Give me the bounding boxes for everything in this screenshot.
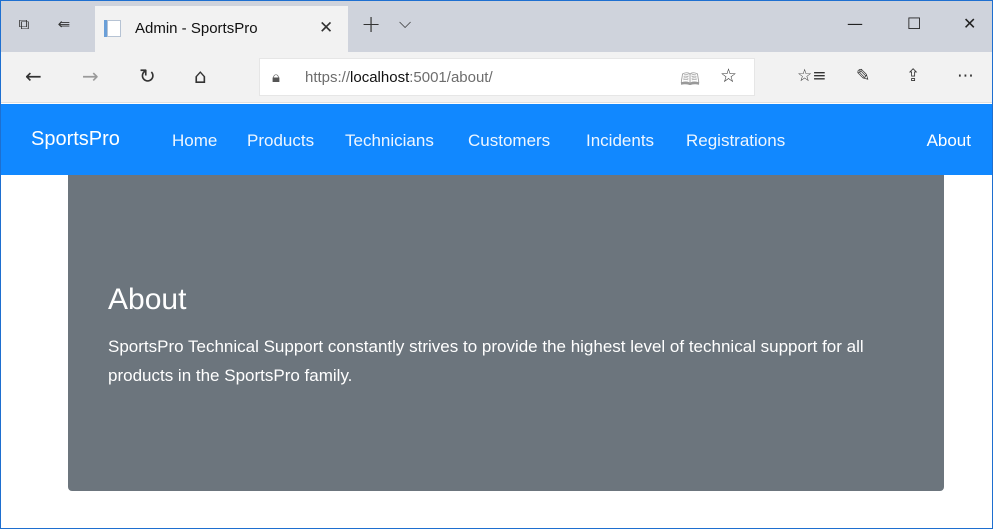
nav-technicians[interactable]: Technicians [345,131,434,151]
forward-icon[interactable]: → [82,64,99,88]
address-bar[interactable]: 🔒︎ https://localhost:5001/about/ 🕮︎ ☆ [259,58,755,96]
url-text[interactable]: https://localhost:5001/about/ [305,69,493,86]
back-icon[interactable]: ← [25,64,42,88]
nav-home[interactable]: Home [172,131,217,151]
minimize-icon[interactable]: — [847,14,863,33]
nav-incidents[interactable]: Incidents [586,131,654,151]
maximize-icon[interactable]: ☐ [907,14,921,33]
lock-icon[interactable]: 🔒︎ [272,68,280,86]
more-icon[interactable]: ⋯ [957,66,974,86]
nav-customers[interactable]: Customers [468,131,550,151]
nav-registrations[interactable]: Registrations [686,131,785,151]
page-favicon-icon [104,20,121,37]
tab-actions-icon[interactable]: ⧉ [13,13,35,35]
browser-toolbar: ← → ↻ ⌂ 🔒︎ https://localhost:5001/about/… [1,52,992,103]
notes-pen-icon[interactable]: ✎ [856,66,870,86]
about-jumbotron: About SportsPro Technical Support consta… [68,175,944,491]
refresh-icon[interactable]: ↻ [139,64,156,88]
close-window-icon[interactable]: ✕ [963,14,976,33]
favorite-star-icon[interactable]: ☆ [720,65,737,87]
share-icon[interactable]: ⇪ [906,66,920,86]
tab-title: Admin - SportsPro [135,20,258,37]
new-tab-icon[interactable]: + [361,10,381,38]
tab-preview-chevron-icon[interactable]: ⌵ [399,13,411,33]
tab-strip: ⧉ ⇚ Admin - SportsPro ✕ + ⌵ — ☐ ✕ [1,1,992,52]
site-navbar: SportsPro Home Products Technicians Cust… [1,104,992,175]
brand-link[interactable]: SportsPro [31,128,120,151]
browser-window: ⧉ ⇚ Admin - SportsPro ✕ + ⌵ — ☐ ✕ ← → ↻ … [0,0,993,529]
about-description: SportsPro Technical Support constantly s… [108,337,864,385]
page-title: About [108,283,187,316]
tab-active[interactable]: Admin - SportsPro ✕ [95,6,348,52]
set-tabs-aside-icon[interactable]: ⇚ [53,13,75,35]
nav-about[interactable]: About [927,131,971,151]
reading-view-icon[interactable]: 🕮︎ [680,67,700,96]
favorites-icon[interactable]: ☆≡ [797,66,826,86]
home-icon[interactable]: ⌂ [194,64,207,88]
nav-products[interactable]: Products [247,131,314,151]
close-tab-icon[interactable]: ✕ [319,18,333,38]
